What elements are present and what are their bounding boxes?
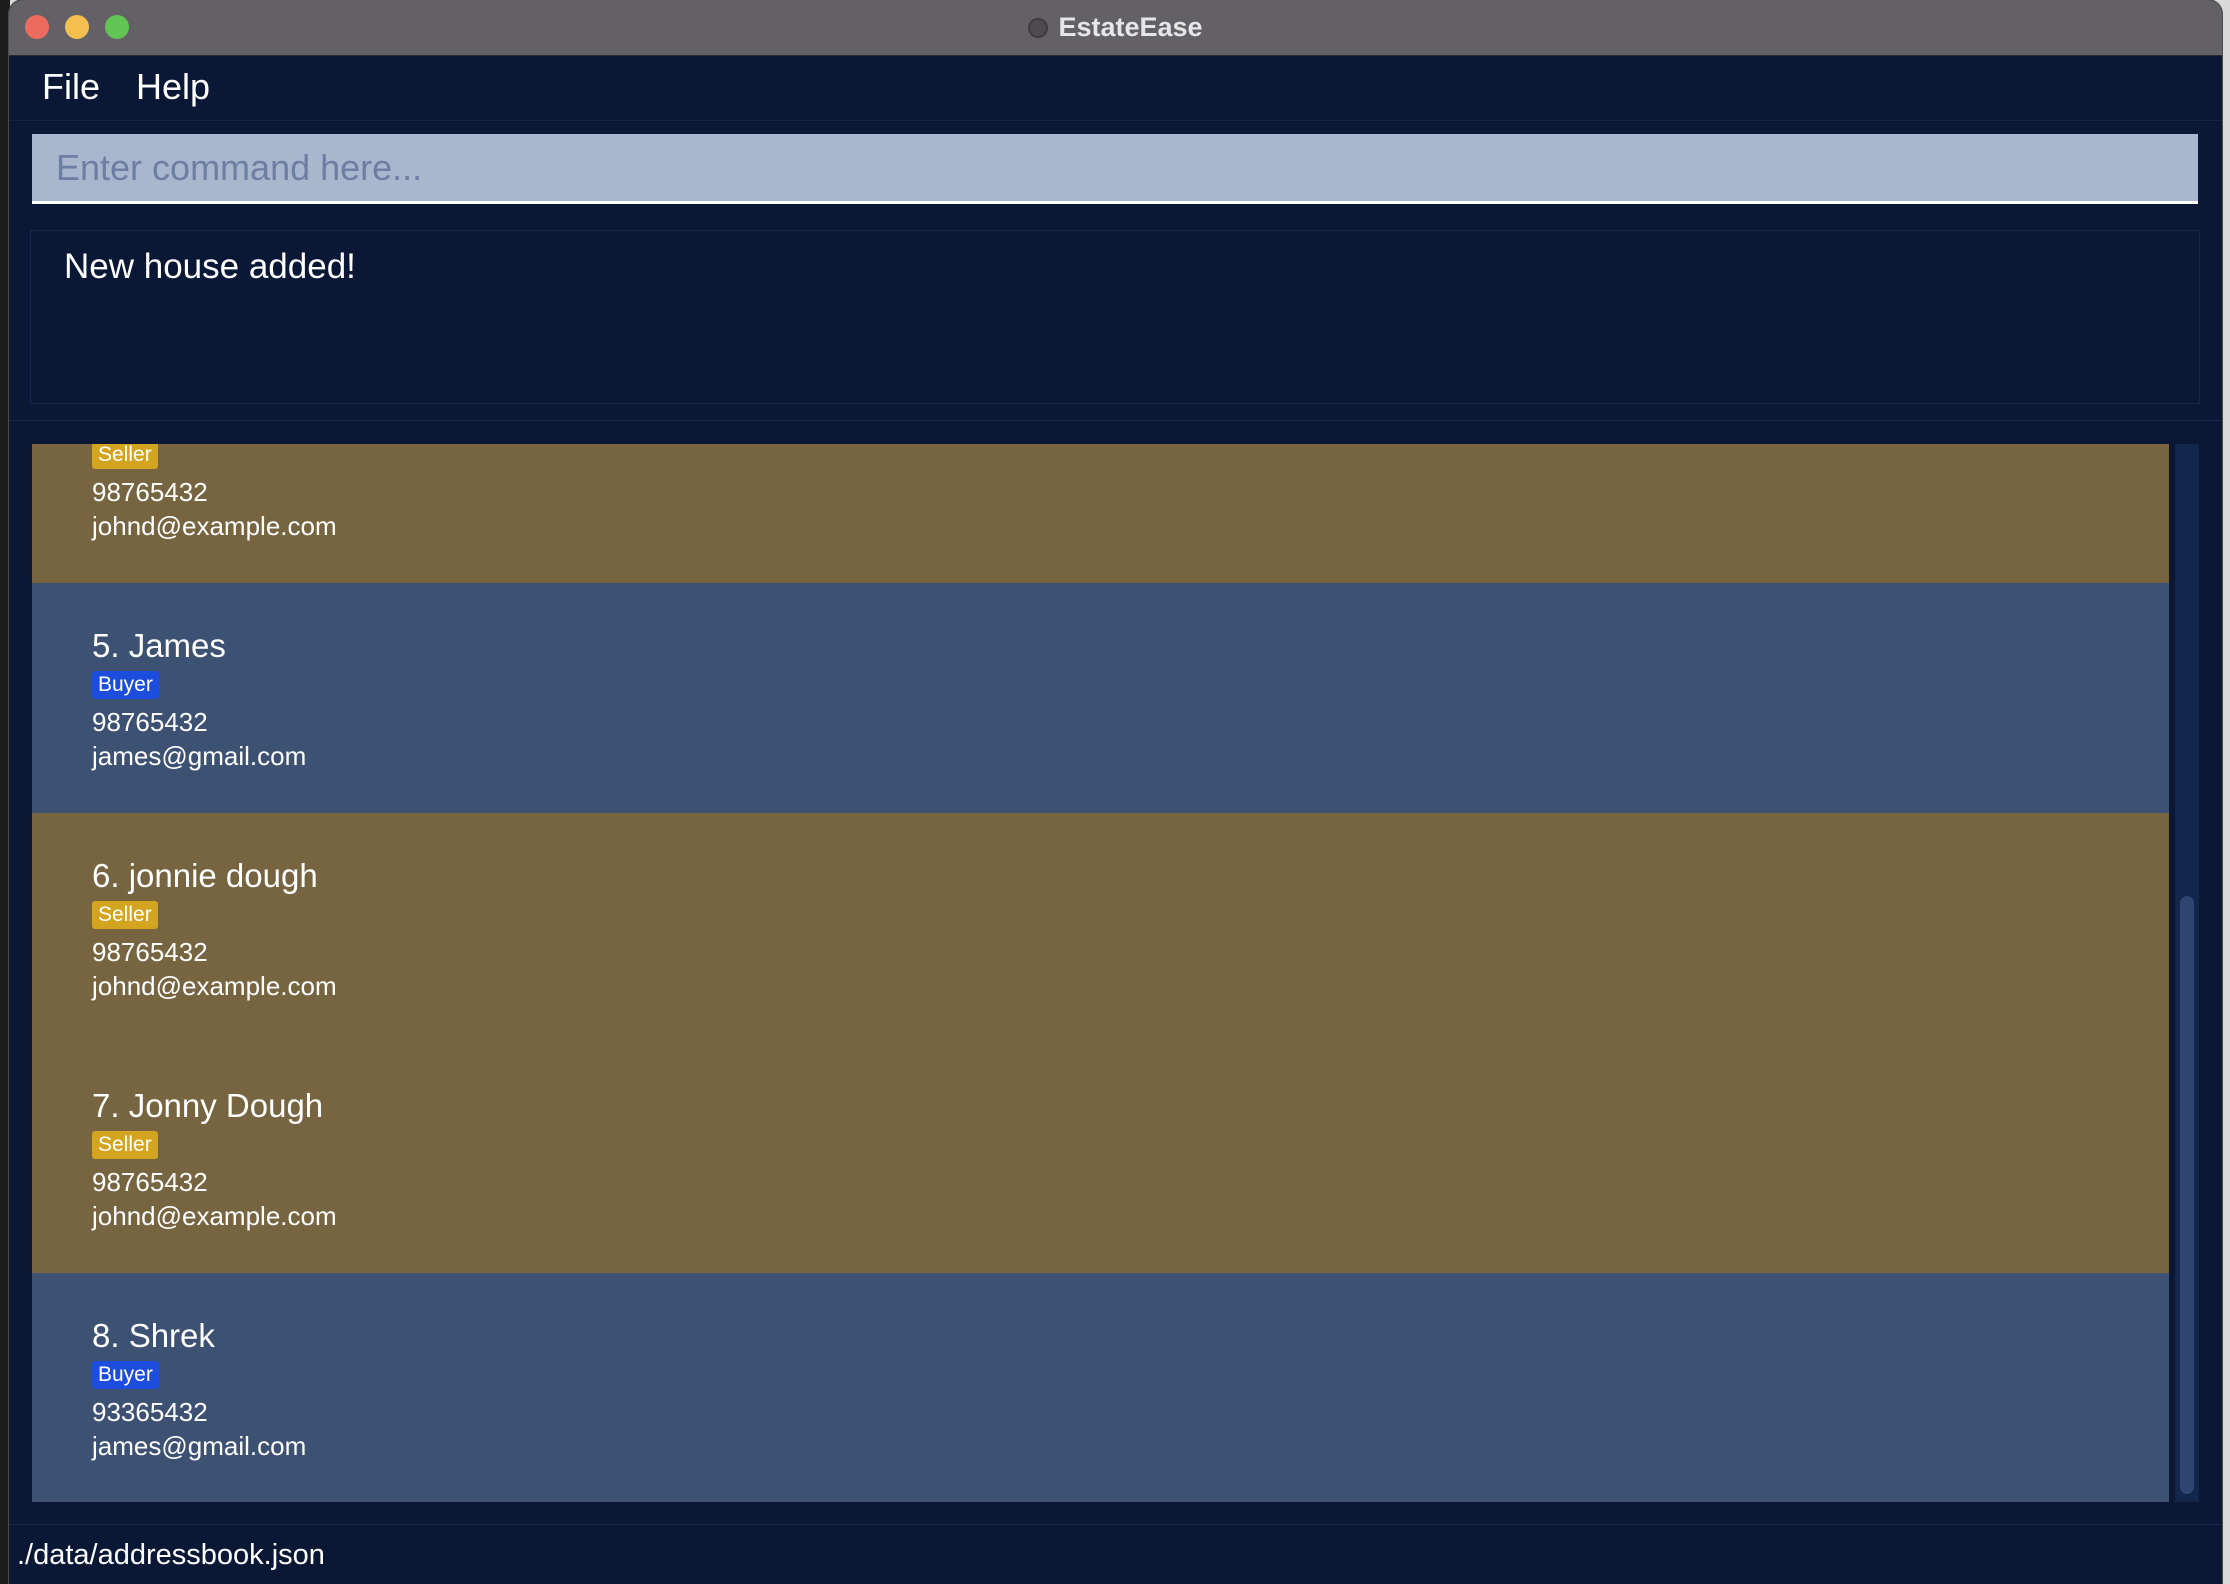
result-message: New house added!	[64, 247, 356, 286]
person-email: johnd@example.com	[92, 1201, 337, 1231]
person-card[interactable]: 8. Shrek Buyer 93365432 james@gmail.com	[32, 1273, 2169, 1502]
role-tag: Buyer	[92, 1361, 159, 1389]
person-phone: 93365432	[92, 1397, 208, 1427]
person-email: johnd@example.com	[92, 971, 337, 1001]
data-file-path: ./data/addressbook.json	[17, 1539, 325, 1571]
person-email: johnd@example.com	[92, 511, 337, 541]
person-name: 5. James	[92, 627, 226, 664]
menu-file[interactable]: File	[42, 66, 100, 108]
result-display: New house added!	[30, 230, 2200, 404]
app-window: EstateEase File Help New house added! Se…	[9, 0, 2222, 1584]
role-tag: Seller	[92, 1131, 158, 1159]
person-card[interactable]: 5. James Buyer 98765432 james@gmail.com	[32, 583, 2169, 813]
person-card[interactable]: 7. Jonny Dough Seller 98765432 johnd@exa…	[32, 1043, 2169, 1273]
person-phone: 98765432	[92, 477, 208, 507]
person-card[interactable]: 6. jonnie dough Seller 98765432 johnd@ex…	[32, 813, 2169, 1043]
list-scrollbar[interactable]	[2175, 444, 2199, 1502]
person-list: Seller 98765432 johnd@example.com 5. Jam…	[32, 444, 2169, 1502]
role-tag: Seller	[92, 901, 158, 929]
role-tag: Buyer	[92, 671, 159, 699]
menu-bar: File Help	[9, 56, 2222, 121]
command-box	[32, 134, 2198, 204]
person-phone: 98765432	[92, 707, 208, 737]
person-name: 6. jonnie dough	[92, 857, 318, 894]
title-bar[interactable]: EstateEase	[9, 0, 2222, 56]
command-input[interactable]	[32, 134, 2198, 201]
person-phone: 98765432	[92, 1167, 208, 1197]
person-name: 8. Shrek	[92, 1317, 215, 1354]
app-icon	[1028, 17, 1049, 38]
window-title: EstateEase	[1058, 12, 1203, 42]
person-email: james@gmail.com	[92, 1431, 307, 1461]
person-list-panel: Seller 98765432 johnd@example.com 5. Jam…	[9, 420, 2222, 1525]
menu-help[interactable]: Help	[136, 66, 210, 108]
role-tag: Seller	[92, 444, 158, 469]
person-name: 7. Jonny Dough	[92, 1087, 324, 1124]
status-bar: ./data/addressbook.json	[9, 1524, 2222, 1584]
scrollbar-thumb[interactable]	[2180, 896, 2194, 1494]
window-title-group: EstateEase	[9, 0, 2222, 55]
person-email: james@gmail.com	[92, 741, 307, 771]
person-phone: 98765432	[92, 937, 208, 967]
person-card[interactable]: Seller 98765432 johnd@example.com	[32, 444, 2169, 583]
